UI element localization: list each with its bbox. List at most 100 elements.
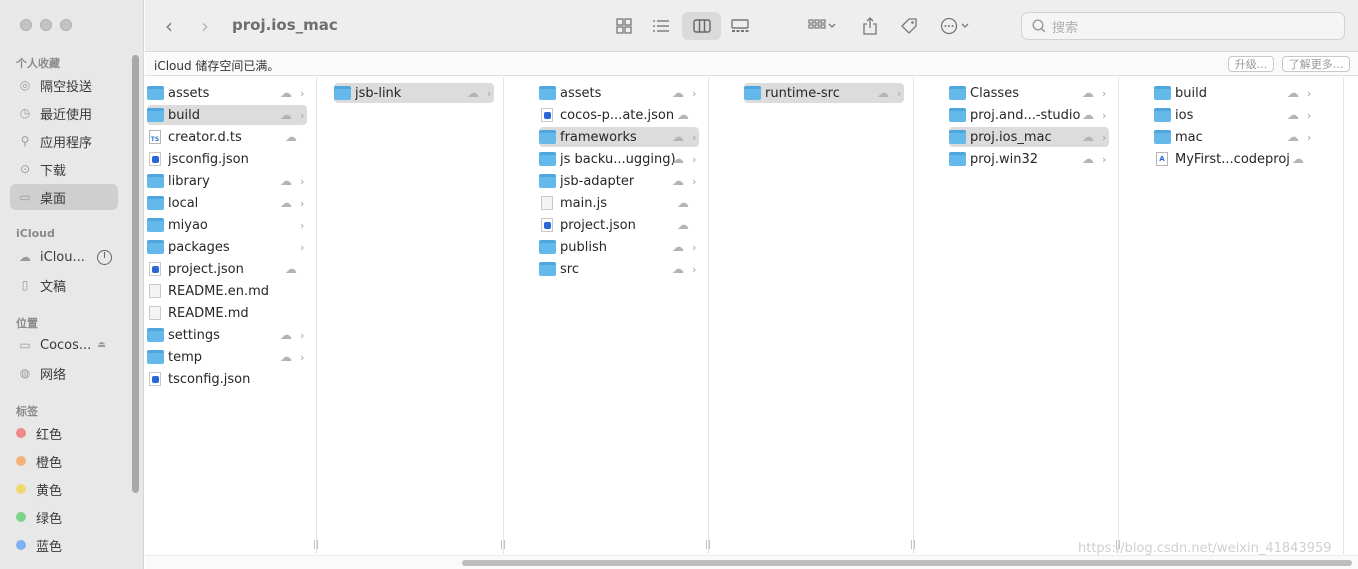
tag-button[interactable] [897, 12, 921, 40]
file-row[interactable]: proj.win32 ☁ › [949, 149, 1109, 169]
icloud-status-icon[interactable]: ☁ [467, 86, 479, 100]
icloud-status-icon[interactable]: ☁ [280, 86, 292, 100]
file-row[interactable]: ios ☁ › [1154, 105, 1314, 125]
file-row[interactable]: settings ☁ › [147, 325, 307, 345]
file-row[interactable]: src ☁ › [539, 259, 699, 279]
scrollbar-thumb[interactable] [462, 560, 1352, 566]
file-row[interactable]: proj.and...-studio ☁ › [949, 105, 1109, 125]
file-row[interactable]: TS creator.d.ts ☁ [147, 127, 307, 147]
file-row[interactable]: README.md [147, 303, 307, 323]
browser-column[interactable]: assets ☁ › build ☁ › TS creator.d.ts ☁ jsconfig.j… [145, 77, 319, 554]
file-row[interactable]: Classes ☁ › [949, 83, 1109, 103]
sidebar-scrollbar[interactable] [132, 55, 139, 493]
browser-column[interactable]: runtime-src ☁ › || [742, 77, 916, 554]
file-row[interactable]: miyao › [147, 215, 307, 235]
sidebar-tag[interactable]: 绿色 [10, 504, 118, 530]
icloud-status-icon[interactable]: ☁ [1287, 130, 1299, 144]
list-view-button[interactable] [647, 12, 675, 40]
sidebar-tag[interactable]: 橙色 [10, 448, 118, 474]
icloud-status-icon[interactable]: ☁ [280, 196, 292, 210]
file-row[interactable]: jsconfig.json [147, 149, 307, 169]
back-button[interactable]: ‹ [165, 14, 173, 38]
column-view-button[interactable] [682, 12, 721, 40]
column-resize-handle[interactable]: || [910, 540, 916, 550]
icloud-status-icon[interactable]: ☁ [877, 86, 889, 100]
file-row[interactable]: project.json ☁ [539, 215, 699, 235]
file-row[interactable]: publish ☁ › [539, 237, 699, 257]
icloud-status-icon[interactable]: ☁ [1082, 108, 1094, 122]
gallery-view-button[interactable] [727, 12, 753, 40]
sidebar-item-favorites[interactable]: ⊙ 下载 [10, 156, 118, 182]
icloud-status-icon[interactable]: ☁ [280, 350, 292, 364]
icloud-status-icon[interactable]: ☁ [280, 108, 292, 122]
icloud-status-icon[interactable]: ☁ [672, 174, 684, 188]
icloud-status-icon[interactable]: ☁ [672, 240, 684, 254]
icloud-status-icon[interactable]: ☁ [280, 174, 292, 188]
browser-column[interactable]: Classes ☁ › proj.and...-studio ☁ › proj.ios_ma… [947, 77, 1121, 554]
icloud-status-icon[interactable]: ☁ [672, 86, 684, 100]
sidebar-item-icloud[interactable]: ☁ iClou... [10, 244, 118, 270]
icloud-status-icon[interactable]: ☁ [285, 262, 297, 276]
icloud-status-icon[interactable]: ☁ [1287, 86, 1299, 100]
icloud-status-icon[interactable]: ☁ [1287, 108, 1299, 122]
group-by-button[interactable] [803, 12, 841, 40]
icloud-status-icon[interactable]: ☁ [1082, 152, 1094, 166]
sidebar-item-locations[interactable]: ◍ 网络 [10, 360, 118, 386]
column-resize-handle[interactable]: || [313, 540, 319, 550]
file-row[interactable]: frameworks ☁ › [539, 127, 699, 147]
zoom-window-button[interactable] [60, 19, 72, 31]
column-resize-handle[interactable]: || [705, 540, 711, 550]
sidebar-tag[interactable]: 黄色 [10, 476, 118, 502]
browser-column[interactable]: build ☁ › ios ☁ › mac ☁ › A MyFirst...codeproj ☁ [1152, 77, 1344, 554]
file-row[interactable]: library ☁ › [147, 171, 307, 191]
file-row[interactable]: proj.ios_mac ☁ › [949, 127, 1109, 147]
file-row[interactable]: temp ☁ › [147, 347, 307, 367]
file-row[interactable]: tsconfig.json [147, 369, 307, 389]
close-window-button[interactable] [20, 19, 32, 31]
file-row[interactable]: build ☁ › [1154, 83, 1314, 103]
icloud-status-icon[interactable]: ☁ [677, 218, 689, 232]
file-row[interactable]: project.json ☁ [147, 259, 307, 279]
browser-column[interactable]: jsb-link ☁ › || [332, 77, 506, 554]
upgrade-button[interactable]: 升级... [1228, 56, 1274, 72]
search-field[interactable]: 搜索 [1021, 12, 1345, 40]
icloud-status-icon[interactable]: ☁ [672, 130, 684, 144]
sidebar-tag[interactable]: 蓝色 [10, 532, 118, 558]
file-row[interactable]: cocos-p...ate.json ☁ [539, 105, 699, 125]
file-row[interactable]: jsb-link ☁ › [334, 83, 494, 103]
learn-more-button[interactable]: 了解更多... [1282, 56, 1350, 72]
sidebar-item-icloud[interactable]: ▯ 文稿 [10, 272, 118, 298]
sidebar-item-favorites[interactable]: ▭ 桌面 [10, 184, 118, 210]
sidebar-item-favorites[interactable]: ◎ 隔空投送 [10, 72, 118, 98]
horizontal-scrollbar[interactable] [145, 555, 1358, 569]
file-row[interactable]: jsb-adapter ☁ › [539, 171, 699, 191]
forward-button[interactable]: › [201, 14, 209, 38]
sidebar-item-favorites[interactable]: ◷ 最近使用 [10, 100, 118, 126]
file-row[interactable]: js backu...ugging) ☁ › [539, 149, 699, 169]
sidebar-item-favorites[interactable]: ⚲ 应用程序 [10, 128, 118, 154]
file-row[interactable]: assets ☁ › [147, 83, 307, 103]
file-row[interactable]: local ☁ › [147, 193, 307, 213]
file-row[interactable]: build ☁ › [147, 105, 307, 125]
icloud-status-icon[interactable]: ☁ [1082, 86, 1094, 100]
file-row[interactable]: README.en.md [147, 281, 307, 301]
sidebar-tag[interactable]: 红色 [10, 420, 118, 446]
more-actions-button[interactable] [938, 12, 974, 40]
file-row[interactable]: A MyFirst...codeproj ☁ [1154, 149, 1314, 169]
icloud-status-icon[interactable]: ☁ [672, 262, 684, 276]
icloud-status-icon[interactable]: ☁ [1082, 130, 1094, 144]
eject-icon[interactable]: ⏏ [97, 340, 106, 350]
icloud-status-icon[interactable]: ☁ [677, 108, 689, 122]
share-button[interactable] [859, 12, 881, 40]
icloud-status-icon[interactable]: ☁ [672, 152, 684, 166]
file-row[interactable]: mac ☁ › [1154, 127, 1314, 147]
browser-column[interactable]: assets ☁ › cocos-p...ate.json ☁ frameworks ☁ › j… [537, 77, 711, 554]
icon-view-button[interactable] [611, 12, 637, 40]
file-row[interactable]: main.js ☁ [539, 193, 699, 213]
file-row[interactable]: packages › [147, 237, 307, 257]
sidebar-item-locations[interactable]: ▭ Cocos... ⏏ [10, 332, 118, 358]
column-resize-handle[interactable]: || [500, 540, 506, 550]
file-row[interactable]: runtime-src ☁ › [744, 83, 904, 103]
icloud-status-icon[interactable]: ☁ [285, 130, 297, 144]
icloud-status-icon[interactable]: ☁ [1292, 152, 1304, 166]
